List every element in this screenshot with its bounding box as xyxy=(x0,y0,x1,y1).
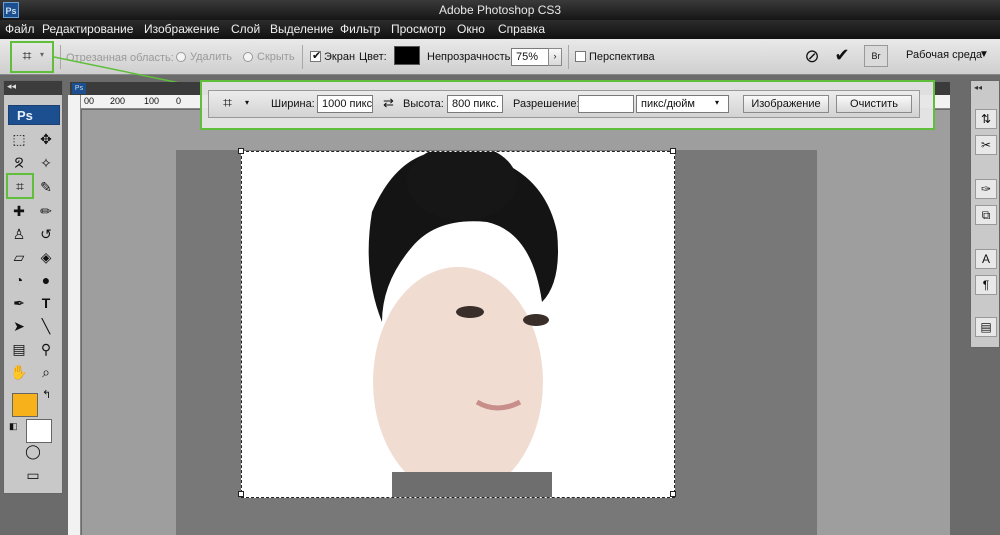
zoom-icon[interactable]: ⌕ xyxy=(35,362,57,382)
portrait-image xyxy=(368,152,558,497)
brushes-panel-icon[interactable]: ✑ xyxy=(975,179,997,199)
crop-icon[interactable]: ⌗ xyxy=(9,176,31,196)
height-label: Высота: xyxy=(403,98,444,110)
crop-options-bar: ⌗ ▾ Ширина: 1000 пикс ⇄ Высота: 800 пикс… xyxy=(208,90,920,118)
toolbox-ps-logo: Ps xyxy=(8,105,60,125)
background-color-swatch[interactable] xyxy=(26,419,52,443)
dodge-icon[interactable]: ● xyxy=(35,270,57,290)
front-image-button[interactable]: Изображение xyxy=(743,95,829,113)
notes-icon[interactable]: ▤ xyxy=(8,339,30,359)
dock-expand-icon[interactable]: ◂◂ xyxy=(974,83,982,92)
tool-presets-panel-icon[interactable]: ✂ xyxy=(975,135,997,155)
navigator-panel-icon[interactable]: ⇅ xyxy=(975,109,997,129)
magic-wand-icon[interactable]: ✧ xyxy=(35,153,57,173)
crop-handle-top-left[interactable] xyxy=(238,148,244,154)
ruler-tick-label: 00 xyxy=(84,96,95,106)
default-colors-icon[interactable]: ◧ xyxy=(9,421,18,432)
resolution-label: Разрешение: xyxy=(513,98,580,110)
clone-stamp-icon[interactable]: ♙ xyxy=(8,224,30,244)
crop-selection[interactable] xyxy=(238,148,676,498)
crop-handle-top-right[interactable] xyxy=(670,148,676,154)
crop-handle-bottom-right[interactable] xyxy=(670,491,676,497)
ruler-tick-label: 0 xyxy=(176,96,182,106)
hand-icon[interactable]: ✋ xyxy=(8,362,30,382)
crop-preset-arrow-icon[interactable]: ▾ xyxy=(245,98,249,107)
move-icon[interactable]: ✥ xyxy=(35,129,57,149)
unit-dropdown-arrow-icon[interactable]: ▾ xyxy=(715,98,719,107)
swap-colors-icon[interactable]: ↰ xyxy=(42,388,51,401)
healing-brush-icon[interactable]: ✚ xyxy=(8,201,30,221)
panel-dock: ◂◂ ⇅ ✂ ✑ ⧉ A ¶ ▤ xyxy=(970,80,1000,348)
width-label: Ширина: xyxy=(271,98,315,110)
document-tab-icon[interactable]: Ps xyxy=(72,83,86,94)
paragraph-panel-icon[interactable]: ¶ xyxy=(975,275,997,295)
line-icon[interactable]: ╲ xyxy=(35,316,57,336)
crop-tool-icon[interactable]: ⌗ xyxy=(223,95,232,113)
lasso-icon[interactable]: ᘝ xyxy=(8,153,30,173)
screen-mode-icon[interactable]: ▭ xyxy=(22,465,44,485)
ruler-tick-label: 200 xyxy=(110,96,126,106)
ruler-tick-label: 100 xyxy=(144,96,160,106)
toolbox-header[interactable]: ◂◂ xyxy=(4,81,62,95)
eyedropper-icon[interactable]: ⚲ xyxy=(35,339,57,359)
swap-dimensions-icon[interactable]: ⇄ xyxy=(383,95,394,111)
path-selection-icon[interactable]: ➤ xyxy=(8,316,30,336)
marquee-icon[interactable]: ⬚ xyxy=(8,129,30,149)
crop-options-callout: ⌗ ▾ Ширина: 1000 пикс ⇄ Высота: 800 пикс… xyxy=(200,80,935,130)
clear-button[interactable]: Очистить xyxy=(836,95,912,113)
eraser-icon[interactable]: ▱ xyxy=(8,247,30,267)
crop-handle-bottom-left[interactable] xyxy=(238,491,244,497)
quick-mask-icon[interactable]: ◯ xyxy=(22,441,44,461)
foreground-color-swatch[interactable] xyxy=(12,393,38,417)
width-field[interactable]: 1000 пикс xyxy=(317,95,373,113)
type-icon[interactable]: T xyxy=(35,293,57,313)
paint-bucket-icon[interactable]: ◈ xyxy=(35,247,57,267)
height-field[interactable]: 800 пикс. xyxy=(447,95,503,113)
blur-icon[interactable]: ◔ xyxy=(8,270,30,290)
character-panel-icon[interactable]: A xyxy=(975,249,997,269)
pen-icon[interactable]: ✒ xyxy=(8,293,30,313)
brush-icon[interactable]: ✏ xyxy=(35,201,57,221)
tools-panel: ◂◂ Ps ⬚ ✥ ᘝ ✧ ⌗ ✎ ✚ ✏ ♙ ↺ ▱ ◈ ◔ ● ✒ T ➤ … xyxy=(3,80,63,494)
vertical-ruler xyxy=(68,95,81,535)
layer-comps-panel-icon[interactable]: ▤ xyxy=(975,317,997,337)
history-brush-icon[interactable]: ↺ xyxy=(35,224,57,244)
clone-source-panel-icon[interactable]: ⧉ xyxy=(975,205,997,225)
slice-icon[interactable]: ✎ xyxy=(35,177,57,197)
resolution-field[interactable] xyxy=(578,95,634,113)
